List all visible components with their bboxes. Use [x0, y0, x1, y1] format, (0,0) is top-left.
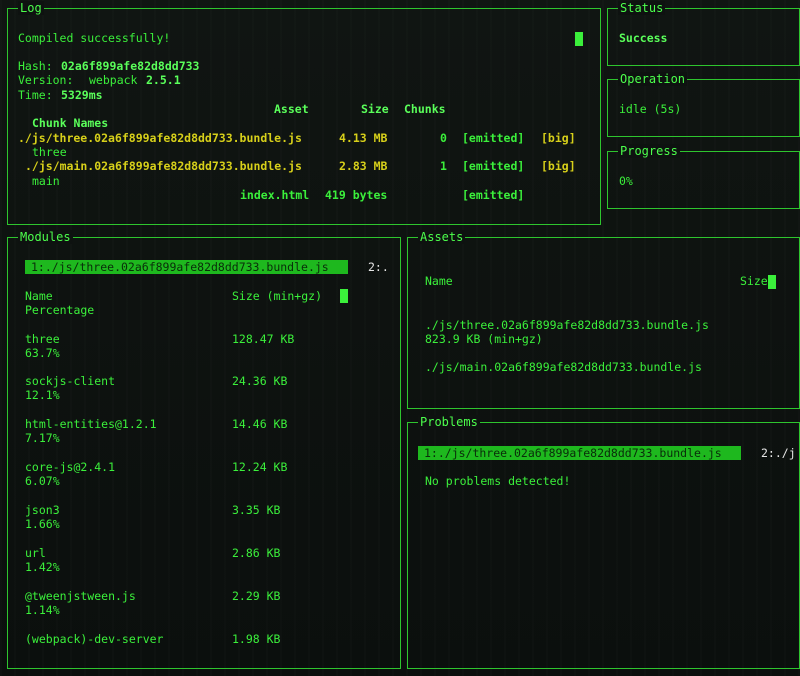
- status-value: Success: [619, 31, 668, 45]
- module-name: core-js@2.4.1: [25, 460, 116, 474]
- hash-value: 02a6f899afe82d8dd733: [61, 59, 200, 73]
- assets-col-name: Name: [425, 274, 453, 288]
- col-chunks-header: Chunks: [404, 102, 446, 116]
- module-pct: 1.14%: [25, 603, 60, 617]
- hash-label: Hash:: [18, 59, 53, 73]
- module-name: (webpack)-dev-server: [25, 632, 164, 646]
- log-row-emitted: [emitted]: [462, 188, 525, 202]
- progress-panel-title: Progress: [618, 144, 680, 158]
- log-row-flag: [big]: [541, 131, 576, 145]
- module-size: 1.98 KB: [232, 632, 281, 646]
- col-chunk-names-header: Chunk Names: [32, 116, 109, 130]
- modules-cursor: [340, 289, 348, 303]
- time-value: 5329ms: [61, 88, 103, 102]
- status-panel-title: Status: [618, 1, 666, 15]
- log-row-asset: ./js/main.02a6f899afe82d8dd733.bundle.js: [25, 159, 302, 173]
- module-pct: 12.1%: [25, 388, 60, 402]
- problems-panel-title: Problems: [418, 415, 480, 429]
- time-label: Time:: [18, 88, 53, 102]
- module-pct: 1.42%: [25, 560, 60, 574]
- module-pct: 7.17%: [25, 431, 60, 445]
- log-row-flag: [big]: [541, 159, 576, 173]
- modules-tab-active[interactable]: 1:./js/three.02a6f899afe82d8dd733.bundle…: [25, 260, 348, 274]
- module-name: url: [25, 546, 46, 560]
- assets-col-size: Size: [740, 274, 768, 288]
- log-row-chunk-name: three: [32, 145, 67, 159]
- status-panel: Status Success: [607, 1, 800, 66]
- module-name: three: [25, 332, 60, 346]
- log-row-chunk: 1: [440, 159, 447, 173]
- module-name: html-entities@1.2.1: [25, 417, 157, 431]
- modules-col-name: Name: [25, 289, 53, 303]
- modules-col-pct: Percentage: [25, 303, 95, 317]
- modules-panel[interactable]: Modules 1:./js/three.02a6f899afe82d8dd73…: [7, 230, 401, 669]
- log-row-asset: ./js/three.02a6f899afe82d8dd733.bundle.j…: [18, 131, 302, 145]
- module-size: 12.24 KB: [232, 460, 288, 474]
- module-name: json3: [25, 503, 60, 517]
- modules-tab-next[interactable]: 2:.: [368, 260, 389, 274]
- version-value: 2.5.1: [146, 73, 181, 87]
- problems-tab-next[interactable]: 2:./j: [761, 446, 796, 460]
- log-row-chunk-name: main: [32, 174, 60, 188]
- assets-cursor: [768, 275, 776, 289]
- problems-message: No problems detected!: [425, 474, 571, 488]
- module-name: @tweenjstween.js: [25, 589, 136, 603]
- module-name: sockjs-client: [25, 374, 116, 388]
- version-prefix: webpack: [89, 73, 138, 87]
- module-pct: 1.66%: [25, 517, 60, 531]
- progress-panel: Progress 0%: [607, 144, 800, 209]
- asset-name: ./js/main.02a6f899afe82d8dd733.bundle.js: [425, 360, 702, 374]
- module-size: 2.86 KB: [232, 546, 281, 560]
- log-panel-title: Log: [18, 1, 44, 15]
- col-size-header: Size: [361, 102, 389, 116]
- operation-panel: Operation idle (5s): [607, 72, 800, 137]
- modules-col-size: Size (min+gz): [232, 289, 323, 303]
- log-row-chunk: 0: [440, 131, 447, 145]
- log-row-asset: index.html: [240, 188, 310, 202]
- module-pct: 6.07%: [25, 474, 60, 488]
- log-row-size: 419 bytes: [325, 188, 388, 202]
- progress-value: 0%: [619, 174, 633, 188]
- problems-panel[interactable]: Problems 1:./js/three.02a6f899afe82d8dd7…: [407, 415, 800, 669]
- version-label: Version:: [18, 73, 74, 87]
- modules-panel-title: Modules: [18, 230, 73, 244]
- log-panel[interactable]: Log Compiled successfully! Hash: 02a6f89…: [7, 1, 601, 225]
- assets-panel-title: Assets: [418, 230, 466, 244]
- module-size: 128.47 KB: [232, 332, 295, 346]
- log-row-emitted: [emitted]: [462, 131, 525, 145]
- log-row-emitted: [emitted]: [462, 159, 525, 173]
- compiled-message: Compiled successfully!: [18, 31, 171, 45]
- assets-panel[interactable]: Assets Name Size ./js/three.02a6f899afe8…: [407, 230, 800, 409]
- asset-name: ./js/three.02a6f899afe82d8dd733.bundle.j…: [425, 318, 709, 332]
- module-size: 14.46 KB: [232, 417, 288, 431]
- asset-size: 823.9 KB (min+gz): [425, 332, 543, 346]
- problems-tab-active[interactable]: 1:./js/three.02a6f899afe82d8dd733.bundle…: [418, 446, 741, 460]
- module-size: 3.35 KB: [232, 503, 281, 517]
- log-row-size: 4.13 MB: [339, 131, 388, 145]
- module-pct: 63.7%: [25, 346, 60, 360]
- module-size: 2.29 KB: [232, 589, 281, 603]
- operation-value: idle (5s): [619, 102, 682, 116]
- col-asset-header: Asset: [274, 102, 309, 116]
- log-row-size: 2.83 MB: [339, 159, 388, 173]
- log-cursor: [575, 32, 583, 46]
- module-size: 24.36 KB: [232, 374, 288, 388]
- operation-panel-title: Operation: [618, 72, 688, 86]
